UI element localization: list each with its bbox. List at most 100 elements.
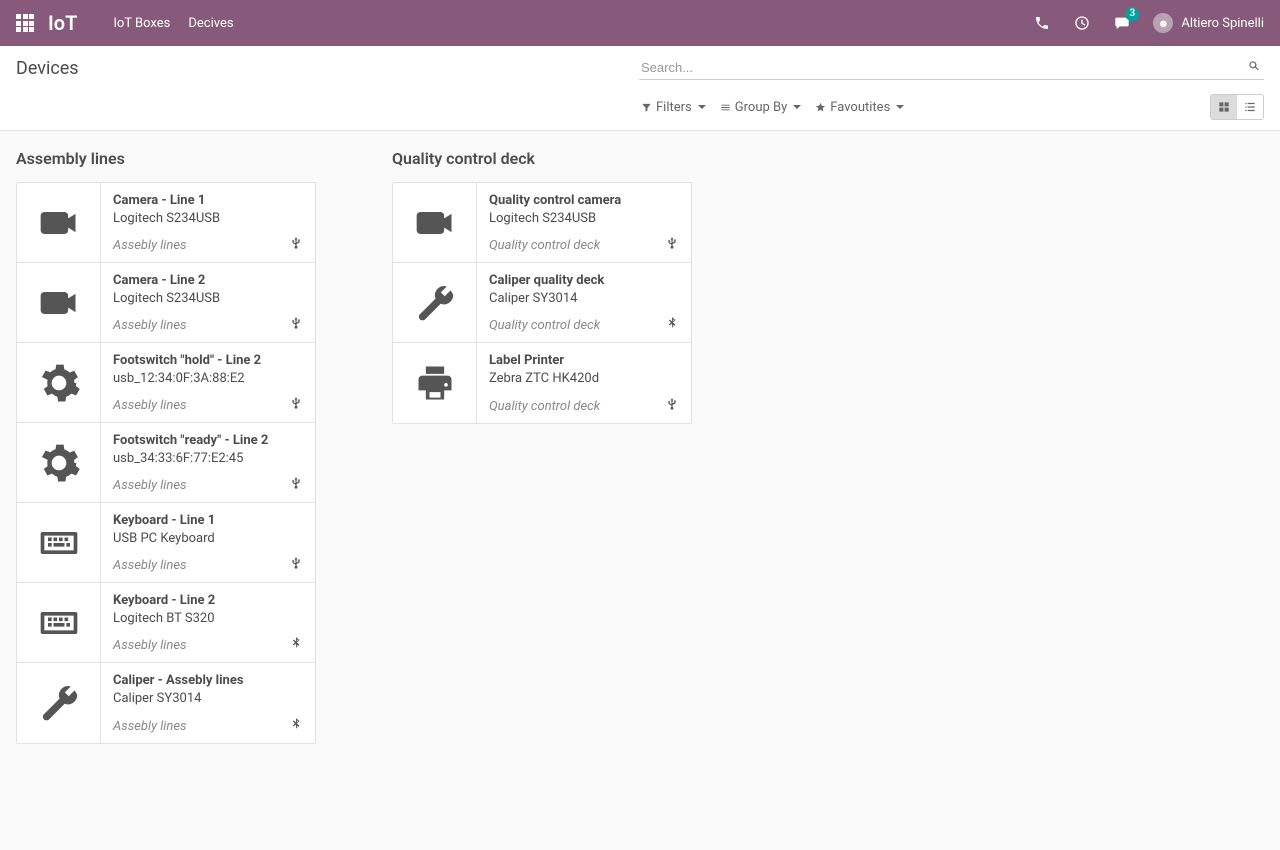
card-body: Camera - Line 1 Logitech S234USB Assebly l… — [101, 183, 315, 262]
usb-icon — [289, 316, 303, 334]
filters-button[interactable]: Filters — [641, 100, 706, 115]
device-group-label: Assebly lines — [113, 558, 187, 573]
keyboard-icon — [17, 503, 101, 582]
card-body: Footswitch "hold" - Line 2 usb_12:34:0F:3… — [101, 343, 315, 422]
bars-icon — [720, 102, 731, 113]
printer-icon — [393, 343, 477, 423]
kanban-column: Assembly lines Camera - Line 1 Logitech S2… — [16, 149, 316, 744]
bluetooth-icon — [289, 717, 303, 735]
gear-icon — [17, 343, 101, 422]
card-footer: Assebly lines — [113, 717, 303, 735]
wrench-icon — [17, 663, 101, 743]
view-list-button[interactable] — [1237, 95, 1263, 119]
device-card[interactable]: Keyboard - Line 2 Logitech BT S320 Assebly… — [17, 583, 315, 663]
top-nav: IoT IoT Boxes Decives 3 ☻ Altiero Spinel… — [0, 0, 1280, 46]
card-body: Quality control camera Logitech S234USB Qu… — [477, 183, 691, 262]
camera-icon — [17, 263, 101, 342]
favourites-button[interactable]: Favoutites — [815, 100, 904, 115]
device-title: Keyboard - Line 1 — [113, 513, 303, 528]
card-footer: Assebly lines — [113, 316, 303, 334]
card-footer: Assebly lines — [113, 396, 303, 414]
keyboard-icon — [17, 583, 101, 662]
device-subtitle: Caliper SY3014 — [113, 691, 303, 706]
device-title: Keyboard - Line 2 — [113, 593, 303, 608]
nav-link-devices[interactable]: Decives — [188, 16, 233, 31]
device-group-label: Quality control deck — [489, 238, 600, 253]
card-footer: Quality control deck — [489, 397, 679, 415]
device-title: Camera - Line 1 — [113, 193, 303, 208]
chat-badge: 3 — [1125, 7, 1139, 21]
camera-icon — [393, 183, 477, 262]
column-title: Assembly lines — [16, 149, 316, 168]
filter-group: Filters Group By Favoutites — [641, 100, 904, 115]
apps-icon[interactable] — [16, 14, 34, 32]
bluetooth-icon — [665, 316, 679, 334]
card-footer: Quality control deck — [489, 236, 679, 254]
device-group-label: Quality control deck — [489, 318, 600, 333]
groupby-button[interactable]: Group By — [720, 100, 802, 115]
search-wrap — [639, 56, 1264, 80]
cards-wrap: Camera - Line 1 Logitech S234USB Assebly l… — [16, 182, 316, 744]
chevron-down-icon — [793, 105, 801, 109]
device-group-label: Assebly lines — [113, 398, 187, 413]
device-subtitle: usb_34:33:6F:77:E2:45 — [113, 451, 303, 466]
favourites-label: Favoutites — [830, 100, 890, 115]
device-card[interactable]: Camera - Line 2 Logitech S234USB Assebly l… — [17, 263, 315, 343]
device-title: Footswitch "hold" - Line 2 — [113, 353, 303, 368]
device-card[interactable]: Caliper - Assebly linesCaliper SY3014Ass… — [17, 663, 315, 743]
search-input[interactable] — [639, 56, 1264, 80]
device-card[interactable]: Caliper quality deckCaliper SY3014Qualit… — [393, 263, 691, 343]
groupby-label: Group By — [735, 100, 788, 115]
card-body: Caliper - Assebly linesCaliper SY3014Ass… — [101, 663, 315, 743]
bluetooth-icon — [289, 636, 303, 654]
card-body: Label PrinterZebra ZTC HK420dQuality con… — [477, 343, 691, 423]
device-title: Footswitch "ready" - Line 2 — [113, 433, 303, 448]
device-card[interactable]: Label PrinterZebra ZTC HK420dQuality con… — [393, 343, 691, 423]
nav-link-iot-boxes[interactable]: IoT Boxes — [113, 16, 170, 31]
cards-wrap: Quality control camera Logitech S234USB Qu… — [392, 182, 692, 424]
device-subtitle: USB PC Keyboard — [113, 531, 303, 546]
gear-icon — [17, 423, 101, 502]
card-body: Footswitch "ready" - Line 2 usb_34:33:6F:… — [101, 423, 315, 502]
search-icon[interactable] — [1244, 56, 1264, 76]
kanban-icon — [1217, 100, 1231, 114]
chat-icon[interactable]: 3 — [1113, 14, 1131, 32]
device-title: Camera - Line 2 — [113, 273, 303, 288]
device-group-label: Assebly lines — [113, 638, 187, 653]
list-icon — [1243, 100, 1257, 114]
camera-icon — [17, 183, 101, 262]
device-subtitle: Logitech S234USB — [489, 211, 679, 226]
page-title: Devices — [16, 58, 79, 79]
control-bar: Devices Filters Group By Favoutites — [0, 46, 1280, 131]
device-card[interactable]: Keyboard - Line 1 USB PC Keyboard Assebly … — [17, 503, 315, 583]
device-subtitle: Logitech S234USB — [113, 211, 303, 226]
device-subtitle: usb_12:34:0F:3A:88:E2 — [113, 371, 303, 386]
device-card[interactable]: Camera - Line 1 Logitech S234USB Assebly l… — [17, 183, 315, 263]
view-kanban-button[interactable] — [1211, 95, 1237, 119]
usb-icon — [289, 476, 303, 494]
device-title: Quality control camera — [489, 193, 679, 208]
wrench-icon — [393, 263, 477, 342]
device-card[interactable]: Footswitch "ready" - Line 2 usb_34:33:6F:… — [17, 423, 315, 503]
star-icon — [815, 102, 826, 113]
card-footer: Assebly lines — [113, 476, 303, 494]
card-footer: Assebly lines — [113, 236, 303, 254]
column-title: Quality control deck — [392, 149, 692, 168]
funnel-icon — [641, 102, 652, 113]
card-body: Caliper quality deckCaliper SY3014Qualit… — [477, 263, 691, 342]
usb-icon — [289, 396, 303, 414]
device-subtitle: Logitech S234USB — [113, 291, 303, 306]
device-card[interactable]: Quality control camera Logitech S234USB Qu… — [393, 183, 691, 263]
card-footer: Assebly lines — [113, 556, 303, 574]
device-subtitle: Caliper SY3014 — [489, 291, 679, 306]
device-subtitle: Logitech BT S320 — [113, 611, 303, 626]
usb-icon — [665, 236, 679, 254]
phone-icon[interactable] — [1033, 14, 1051, 32]
user-name: Altiero Spinelli — [1181, 16, 1264, 31]
device-card[interactable]: Footswitch "hold" - Line 2 usb_12:34:0F:3… — [17, 343, 315, 423]
card-body: Keyboard - Line 2 Logitech BT S320 Assebly… — [101, 583, 315, 662]
user-menu[interactable]: ☻ Altiero Spinelli — [1153, 13, 1264, 33]
clock-icon[interactable] — [1073, 14, 1091, 32]
brand-label: IoT — [48, 11, 77, 35]
device-group-label: Assebly lines — [113, 478, 187, 493]
